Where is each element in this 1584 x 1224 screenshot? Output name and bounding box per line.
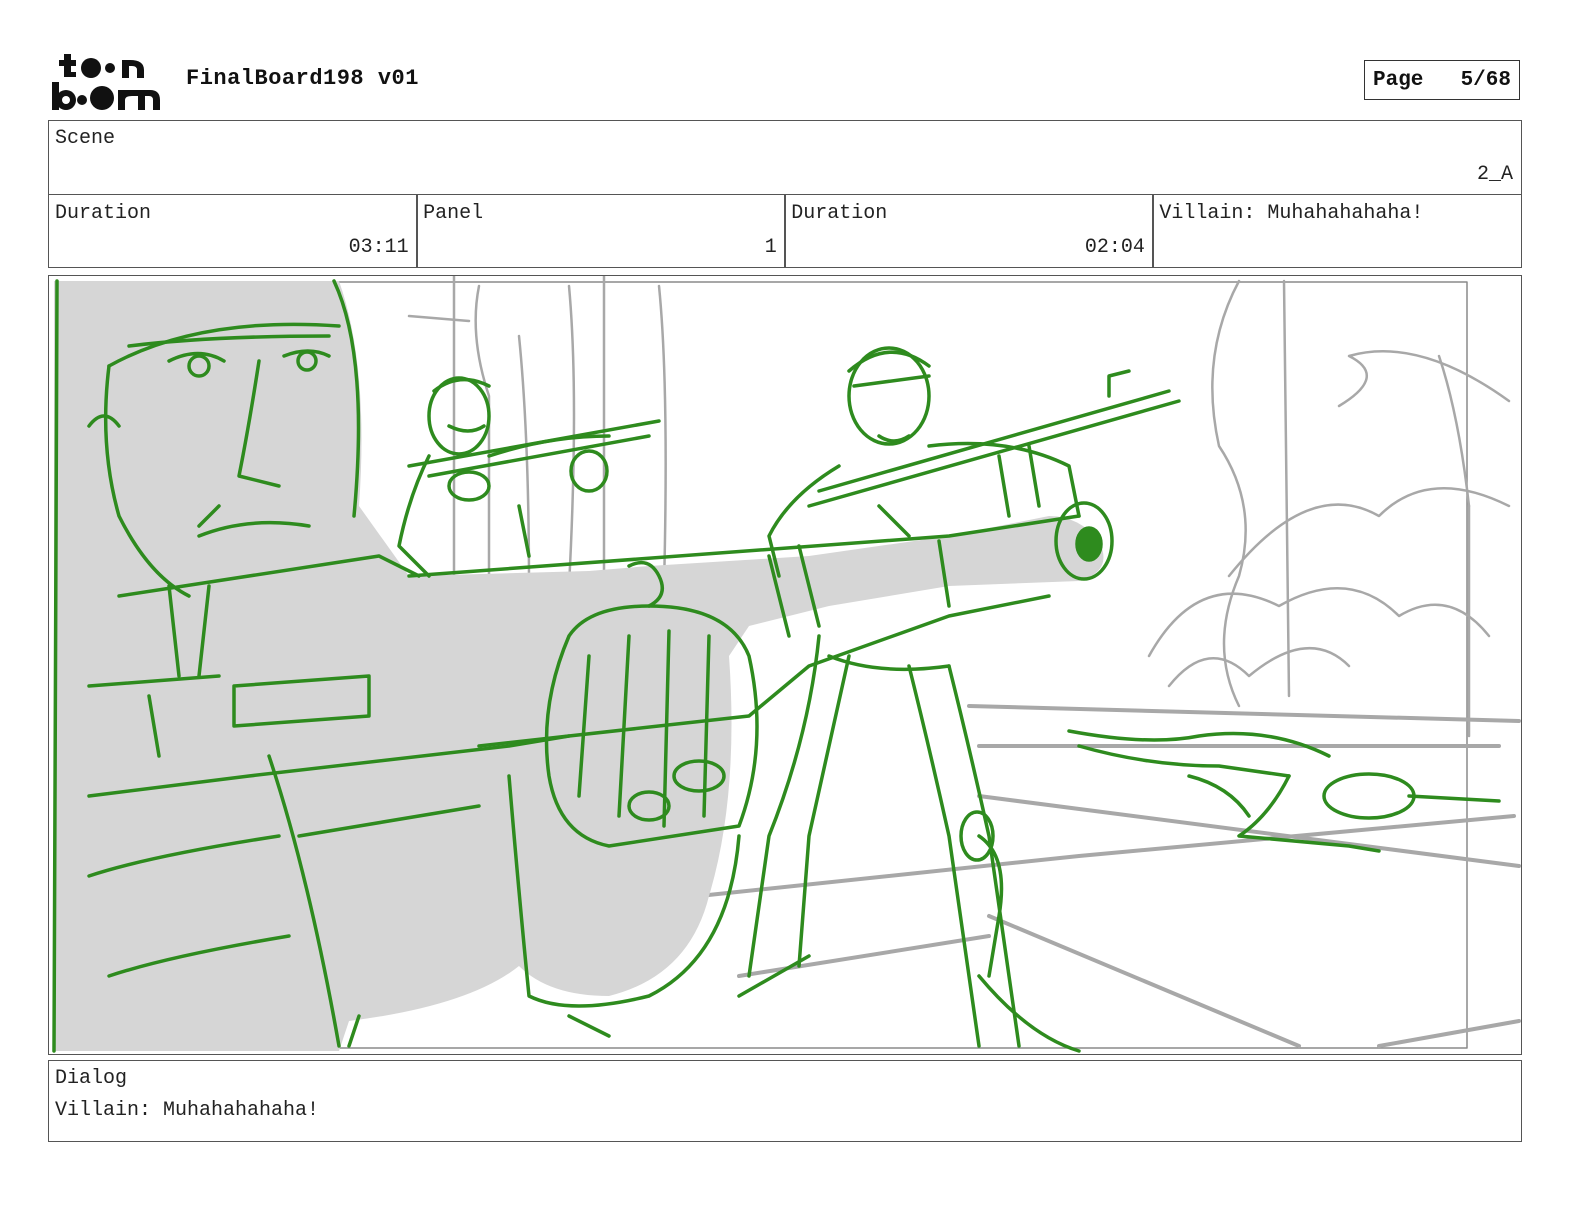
dialog-field: Dialog Villain: Muhahahahaha! bbox=[48, 1060, 1522, 1142]
panel-sketch bbox=[52, 276, 1521, 1053]
panel-duration-label: Duration bbox=[791, 202, 888, 225]
scene-label: Scene bbox=[55, 127, 116, 150]
dialog-text: Villain: Muhahahahaha! bbox=[55, 1099, 320, 1122]
scene-duration-label: Duration bbox=[55, 202, 152, 225]
panel-field: Panel 1 bbox=[416, 194, 786, 268]
storyboard-panel bbox=[48, 275, 1522, 1055]
scene-duration-value: 03:11 bbox=[348, 236, 409, 259]
action-note-field: Villain: Muhahahahaha! bbox=[1152, 194, 1522, 268]
panel-value: 1 bbox=[764, 236, 777, 259]
action-note-text: Villain: Muhahahahaha! bbox=[1159, 202, 1424, 225]
document-title: FinalBoard198 v01 bbox=[186, 66, 419, 91]
info-row: Duration 03:11 Panel 1 Duration 02:04 Vi… bbox=[48, 194, 1522, 268]
scene-value: 2_A bbox=[1476, 163, 1513, 186]
page-indicator: Page 5/68 bbox=[1364, 60, 1520, 100]
panel-duration-field: Duration 02:04 bbox=[784, 194, 1154, 268]
panel-label: Panel bbox=[423, 202, 484, 225]
page-number: 5/68 bbox=[1460, 68, 1511, 92]
scene-field: Scene 2_A bbox=[48, 120, 1522, 195]
scene-duration-field: Duration 03:11 bbox=[48, 194, 418, 268]
toon-boom-logo bbox=[50, 50, 165, 114]
panel-duration-value: 02:04 bbox=[1084, 236, 1145, 259]
dialog-label: Dialog bbox=[55, 1067, 128, 1090]
page-label: Page bbox=[1373, 68, 1424, 92]
